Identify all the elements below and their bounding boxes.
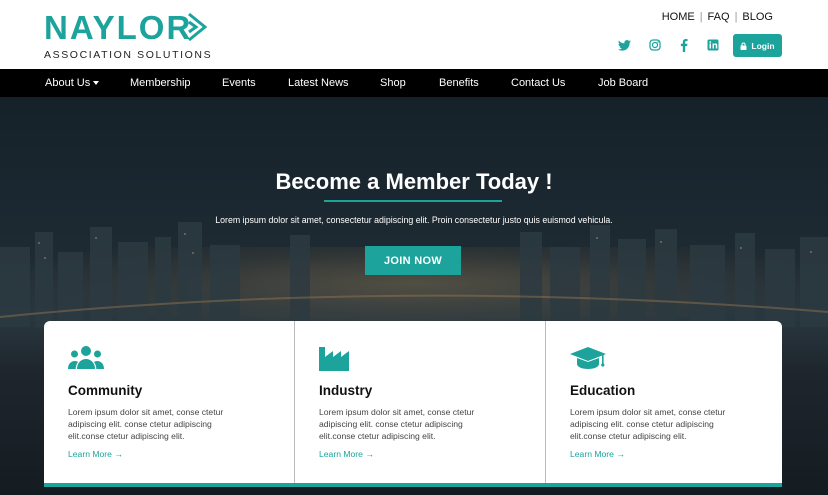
logo-wordmark: NAYLOR (44, 9, 193, 46)
lock-icon (740, 42, 747, 50)
hero-title: Become a Member Today ! (275, 169, 553, 194)
nav-item-about-us[interactable]: About Us (45, 69, 100, 97)
caret-down-icon (93, 81, 100, 86)
nav-item-latest-news[interactable]: Latest News (288, 69, 349, 97)
site-header: NAYLOR ASSOCIATION SOLUTIONS HOME | FAQ … (0, 0, 828, 69)
logo-tagline: ASSOCIATION SOLUTIONS (44, 49, 213, 61)
separator: | (699, 11, 703, 23)
twitter-icon[interactable] (615, 36, 633, 54)
main-nav: About Us Membership Events Latest News S… (0, 69, 828, 97)
card-title: Industry (319, 383, 373, 398)
facebook-icon[interactable] (675, 36, 693, 54)
nav-item-events[interactable]: Events (222, 69, 256, 97)
linkedin-icon[interactable] (704, 36, 722, 54)
naylor-logo[interactable]: NAYLOR ASSOCIATION SOLUTIONS (44, 10, 214, 62)
card-title: Community (68, 383, 143, 398)
card-text: Lorem ipsum dolor sit amet, conse ctetur… (570, 407, 726, 441)
cards-accent-bar (44, 483, 782, 487)
card-text: Lorem ipsum dolor sit amet, conse ctetur… (68, 407, 224, 441)
instagram-icon[interactable] (646, 36, 664, 54)
nav-item-benefits[interactable]: Benefits (439, 69, 479, 97)
login-button[interactable]: Login (733, 34, 782, 57)
nav-item-shop[interactable]: Shop (380, 69, 406, 97)
users-icon (68, 346, 104, 369)
learn-more-link[interactable]: Learn More → (319, 449, 374, 459)
nav-item-membership[interactable]: Membership (130, 69, 191, 97)
login-label: Login (751, 40, 775, 51)
utility-links: HOME | FAQ | BLOG (662, 11, 773, 23)
nav-item-contact-us[interactable]: Contact Us (511, 69, 565, 97)
join-now-button[interactable]: JOIN NOW (365, 246, 461, 275)
faq-link[interactable]: FAQ (708, 11, 730, 23)
education-card: Education Lorem ipsum dolor sit amet, co… (546, 321, 796, 483)
factory-icon (319, 347, 349, 371)
separator: | (734, 11, 738, 23)
card-title: Education (570, 383, 636, 398)
learn-more-link[interactable]: Learn More → (570, 449, 625, 459)
graduation-cap-icon (570, 347, 606, 369)
logo-arrow-icon (188, 12, 207, 42)
learn-more-link[interactable]: Learn More → (68, 449, 123, 459)
industry-card: Industry Lorem ipsum dolor sit amet, con… (295, 321, 545, 483)
nav-item-job-board[interactable]: Job Board (598, 69, 648, 97)
feature-cards: Community Lorem ipsum dolor sit amet, co… (44, 321, 782, 487)
blog-link[interactable]: BLOG (742, 11, 773, 23)
nav-label: About Us (45, 77, 91, 89)
community-card: Community Lorem ipsum dolor sit amet, co… (44, 321, 294, 483)
hero-description: Lorem ipsum dolor sit amet, consectetur … (215, 215, 613, 225)
hero-divider (324, 200, 502, 202)
card-text: Lorem ipsum dolor sit amet, conse ctetur… (319, 407, 475, 441)
home-link[interactable]: HOME (662, 11, 695, 23)
